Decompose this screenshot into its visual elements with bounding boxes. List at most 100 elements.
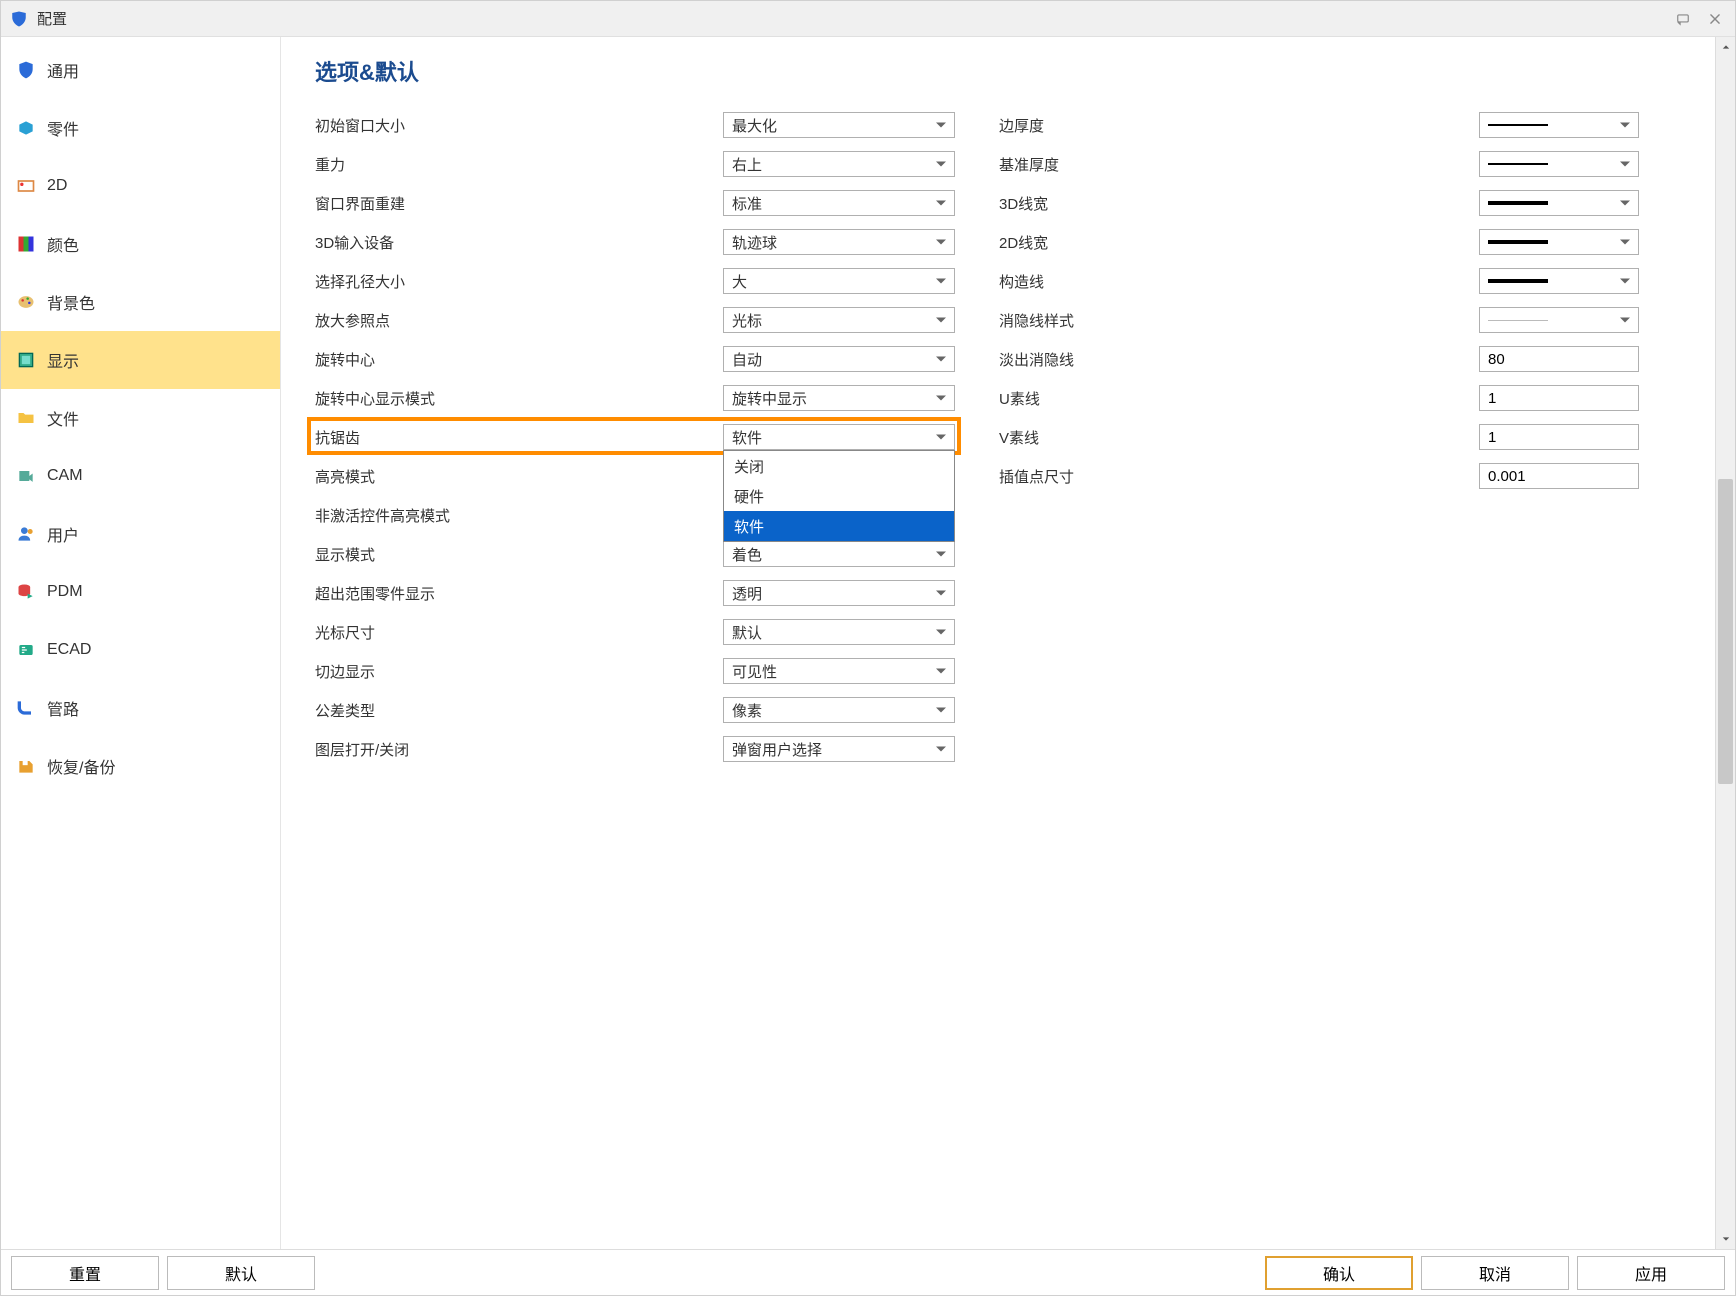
option-row: 初始窗口大小最大化 — [315, 111, 955, 139]
sidebar-item-2d[interactable]: 2D — [1, 157, 280, 215]
close-icon[interactable] — [1703, 7, 1727, 31]
dialog-body: 通用 零件 2D 颜色 背景色 显示 — [1, 37, 1735, 1249]
options-grid: 初始窗口大小最大化 重力右上 窗口界面重建标准 3D输入设备轨迹球 选择孔径大小… — [315, 111, 1689, 763]
select-2d-line-width[interactable] — [1479, 229, 1639, 255]
sidebar-item-display[interactable]: 显示 — [1, 331, 280, 389]
select-cursor-size[interactable]: 默认 — [723, 619, 955, 645]
option-label: 插值点尺寸 — [999, 466, 1479, 487]
select-hidden-line-style[interactable] — [1479, 307, 1639, 333]
select-initial-window[interactable]: 最大化 — [723, 112, 955, 138]
input-u-iso[interactable] — [1479, 385, 1639, 411]
select-gravity[interactable]: 右上 — [723, 151, 955, 177]
scroll-up-icon[interactable] — [1716, 37, 1735, 57]
sidebar-item-piping[interactable]: 管路 — [1, 679, 280, 737]
sidebar-item-label: 用户 — [47, 522, 79, 546]
sidebar-item-label: 管路 — [47, 696, 79, 720]
option-label: 构造线 — [999, 271, 1479, 292]
option-label: 抗锯齿 — [315, 427, 723, 448]
cancel-button[interactable]: 取消 — [1421, 1256, 1569, 1290]
vertical-scrollbar[interactable] — [1715, 37, 1735, 1249]
shield-icon — [15, 59, 37, 81]
select-tolerance-type[interactable]: 像素 — [723, 697, 955, 723]
content-area: 选项&默认 初始窗口大小最大化 重力右上 窗口界面重建标准 3D输入设备轨迹球 … — [281, 37, 1735, 1249]
select-tangent-edge[interactable]: 可见性 — [723, 658, 955, 684]
ecad-icon — [15, 639, 37, 661]
option-label: 消隐线样式 — [999, 310, 1479, 331]
backup-icon — [15, 755, 37, 777]
select-out-of-range[interactable]: 透明 — [723, 580, 955, 606]
option-label: 淡出消隐线 — [999, 349, 1479, 370]
select-window-rebuild[interactable]: 标准 — [723, 190, 955, 216]
reset-button[interactable]: 重置 — [11, 1256, 159, 1290]
select-3d-line-width[interactable] — [1479, 190, 1639, 216]
palette-icon — [15, 291, 37, 313]
folder-icon — [15, 407, 37, 429]
option-label: 2D线宽 — [999, 232, 1479, 253]
option-label: 超出范围零件显示 — [315, 583, 723, 604]
option-row: 切边显示可见性 — [315, 657, 955, 685]
option-label: 公差类型 — [315, 700, 723, 721]
scroll-track[interactable] — [1716, 57, 1735, 1229]
select-edge-thickness[interactable] — [1479, 112, 1639, 138]
option-row: 3D线宽 — [999, 189, 1639, 217]
help-icon[interactable] — [1671, 7, 1695, 31]
sidebar-item-label: PDM — [47, 583, 83, 601]
sidebar-item-ecad[interactable]: ECAD — [1, 621, 280, 679]
left-column: 初始窗口大小最大化 重力右上 窗口界面重建标准 3D输入设备轨迹球 选择孔径大小… — [315, 111, 955, 763]
sidebar-item-parts[interactable]: 零件 — [1, 99, 280, 157]
select-layer-toggle[interactable]: 弹窗用户选择 — [723, 736, 955, 762]
color-icon — [15, 233, 37, 255]
option-label: 3D线宽 — [999, 193, 1479, 214]
config-dialog: 配置 通用 零件 2D 颜色 — [0, 0, 1736, 1296]
option-row-antialias: 抗锯齿 软件 — [315, 423, 955, 451]
dropdown-option-selected[interactable]: 软件 — [724, 511, 954, 541]
input-fade-hidden[interactable] — [1479, 346, 1639, 372]
line-preview — [1488, 124, 1548, 126]
sidebar-item-label: CAM — [47, 467, 83, 485]
scroll-thumb[interactable] — [1718, 479, 1733, 784]
content-scroll: 选项&默认 初始窗口大小最大化 重力右上 窗口界面重建标准 3D输入设备轨迹球 … — [281, 37, 1715, 1249]
option-label: 窗口界面重建 — [315, 193, 723, 214]
select-aperture[interactable]: 大 — [723, 268, 955, 294]
sidebar-item-cam[interactable]: CAM — [1, 447, 280, 505]
line-preview — [1488, 279, 1548, 283]
option-row: 窗口界面重建标准 — [315, 189, 955, 217]
option-label: 放大参照点 — [315, 310, 723, 331]
select-zoom-ref[interactable]: 光标 — [723, 307, 955, 333]
option-label: 图层打开/关闭 — [315, 739, 723, 760]
option-label: 初始窗口大小 — [315, 115, 723, 136]
option-label: 非激活控件高亮模式 — [315, 505, 723, 526]
option-row: 基准厚度 — [999, 150, 1639, 178]
dropdown-option[interactable]: 硬件 — [724, 481, 954, 511]
sidebar-item-background[interactable]: 背景色 — [1, 273, 280, 331]
option-label: 重力 — [315, 154, 723, 175]
select-display-mode[interactable]: 着色 — [723, 541, 955, 567]
sidebar-item-pdm[interactable]: PDM — [1, 563, 280, 621]
sidebar-item-color[interactable]: 颜色 — [1, 215, 280, 273]
select-construction-line[interactable] — [1479, 268, 1639, 294]
default-button[interactable]: 默认 — [167, 1256, 315, 1290]
ok-button[interactable]: 确认 — [1265, 1256, 1413, 1290]
option-row: 淡出消隐线 — [999, 345, 1639, 373]
select-rotation-display[interactable]: 旋转中显示 — [723, 385, 955, 411]
select-3d-input[interactable]: 轨迹球 — [723, 229, 955, 255]
select-antialias[interactable]: 软件 — [723, 424, 955, 450]
input-interp-size[interactable] — [1479, 463, 1639, 489]
sidebar-item-backup[interactable]: 恢复/备份 — [1, 737, 280, 795]
option-row: 选择孔径大小大 — [315, 267, 955, 295]
sidebar-item-label: 背景色 — [47, 290, 95, 314]
sidebar-item-label: 恢复/备份 — [47, 754, 115, 778]
window-title: 配置 — [37, 8, 1663, 29]
apply-button[interactable]: 应用 — [1577, 1256, 1725, 1290]
pdm-icon — [15, 581, 37, 603]
line-preview — [1488, 201, 1548, 205]
input-v-iso[interactable] — [1479, 424, 1639, 450]
sidebar-item-general[interactable]: 通用 — [1, 41, 280, 99]
sidebar-item-file[interactable]: 文件 — [1, 389, 280, 447]
scroll-down-icon[interactable] — [1716, 1229, 1735, 1249]
sidebar-item-user[interactable]: 用户 — [1, 505, 280, 563]
dropdown-option[interactable]: 关闭 — [724, 451, 954, 481]
option-row: 3D输入设备轨迹球 — [315, 228, 955, 256]
select-datum-thickness[interactable] — [1479, 151, 1639, 177]
select-rotation-center[interactable]: 自动 — [723, 346, 955, 372]
